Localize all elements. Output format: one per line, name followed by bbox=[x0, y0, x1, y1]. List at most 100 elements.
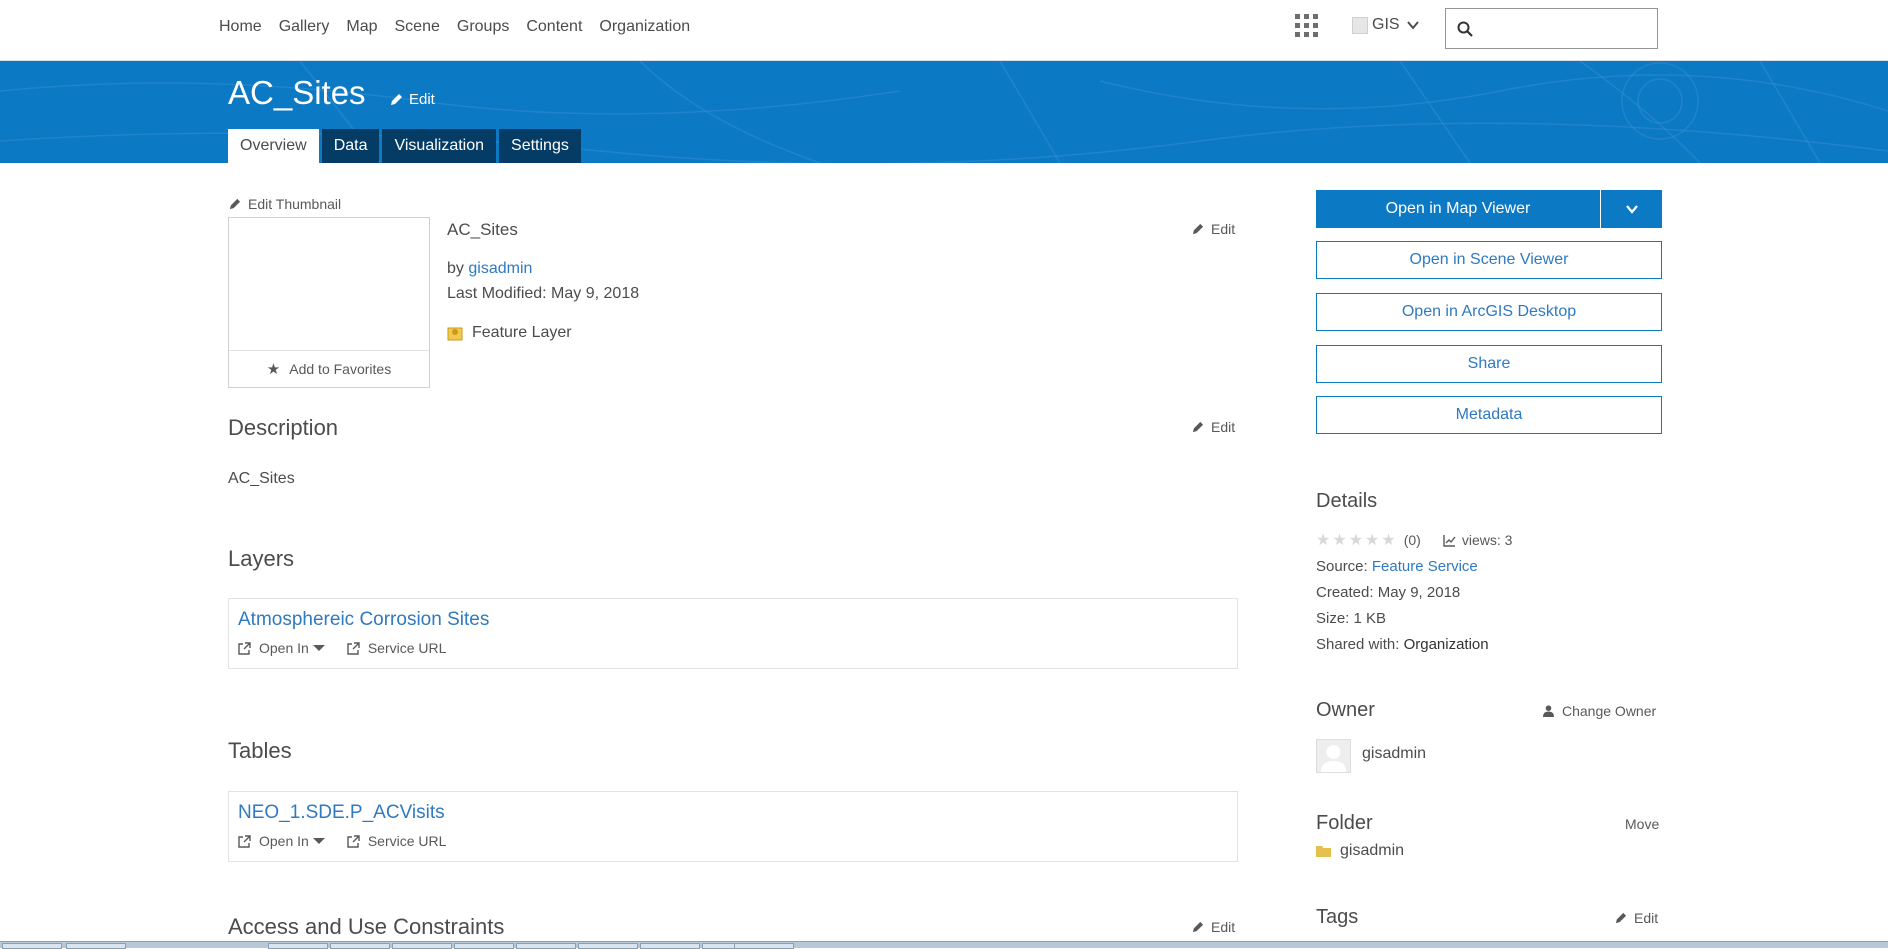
table-service-url-button[interactable]: Service URL bbox=[347, 833, 447, 849]
title-edit-label: Edit bbox=[409, 91, 435, 108]
pencil-icon bbox=[1615, 912, 1627, 924]
tab-settings[interactable]: Settings bbox=[499, 129, 581, 163]
nav-content[interactable]: Content bbox=[526, 18, 582, 36]
details-title: Details bbox=[1316, 490, 1378, 512]
open-in-map-viewer-group: Open in Map Viewer bbox=[1316, 190, 1662, 228]
layer-service-url-button[interactable]: Service URL bbox=[347, 640, 447, 656]
constraints-edit-label: Edit bbox=[1211, 919, 1236, 935]
open-in-arcgis-desktop-button[interactable]: Open in ArcGIS Desktop bbox=[1316, 293, 1662, 331]
tab-data[interactable]: Data bbox=[321, 129, 380, 163]
folder-title: Folder bbox=[1316, 812, 1373, 834]
pencil-icon bbox=[1192, 921, 1204, 933]
description-title: Description bbox=[228, 415, 339, 440]
rating-stars[interactable]: ★★★★★ bbox=[1316, 530, 1398, 550]
user-label: GIS bbox=[1372, 16, 1400, 33]
metadata-button[interactable]: Metadata bbox=[1316, 396, 1662, 434]
folder-name: gisadmin bbox=[1340, 842, 1405, 859]
tab-overview[interactable]: Overview bbox=[228, 129, 319, 163]
owner-link[interactable]: gisadmin bbox=[468, 260, 532, 277]
item-edit-button[interactable]: Edit bbox=[1192, 221, 1235, 237]
user-icon bbox=[1543, 705, 1554, 717]
item-edit-label: Edit bbox=[1211, 221, 1236, 237]
tab-visualization[interactable]: Visualization bbox=[382, 129, 497, 163]
table-card: NEO_1.SDE.P_ACVisits Open In Service URL bbox=[228, 791, 1238, 862]
layer-name-link[interactable]: Atmosphereic Corrosion Sites bbox=[238, 609, 489, 631]
share-button[interactable]: Share bbox=[1316, 345, 1662, 383]
shared-with-value: Organization bbox=[1403, 636, 1489, 653]
constraints-edit-button[interactable]: Edit bbox=[1192, 919, 1235, 935]
folder-row: gisadmin bbox=[1316, 842, 1404, 860]
star-icon: ★ bbox=[266, 361, 281, 378]
rating-row: ★★★★★ (0) views: 3 bbox=[1316, 530, 1512, 550]
item-tabs: Overview Data Visualization Settings bbox=[228, 129, 584, 163]
pencil-icon bbox=[1192, 223, 1204, 235]
chevron-down-icon bbox=[1625, 205, 1638, 214]
description-edit-button[interactable]: Edit bbox=[1192, 419, 1235, 435]
app-launcher-icon[interactable] bbox=[1295, 14, 1319, 38]
tags-title: Tags bbox=[1316, 906, 1359, 928]
caret-down-icon bbox=[312, 645, 325, 651]
constraints-title: Access and Use Constraints bbox=[228, 914, 505, 939]
table-name-link[interactable]: NEO_1.SDE.P_ACVisits bbox=[238, 802, 445, 824]
views-count: views: 3 bbox=[1443, 532, 1513, 548]
search-icon bbox=[1457, 21, 1473, 37]
nav-map[interactable]: Map bbox=[346, 18, 377, 36]
open-in-scene-viewer-button[interactable]: Open in Scene Viewer bbox=[1316, 241, 1662, 279]
owner-title: Owner bbox=[1316, 699, 1375, 721]
item-type-label: Feature Layer bbox=[472, 324, 572, 341]
pencil-icon bbox=[391, 94, 402, 105]
title-edit-button[interactable]: Edit bbox=[390, 91, 435, 108]
user-menu[interactable]: GIS bbox=[1352, 16, 1420, 34]
table-open-in-label: Open In bbox=[259, 833, 309, 849]
by-prefix: by bbox=[447, 260, 464, 277]
nav-organization[interactable]: Organization bbox=[599, 18, 690, 36]
edit-thumbnail-button[interactable]: Edit Thumbnail bbox=[229, 196, 341, 212]
nav-home[interactable]: Home bbox=[219, 18, 262, 36]
table-service-url-label: Service URL bbox=[367, 833, 447, 849]
change-owner-label: Change Owner bbox=[1562, 703, 1657, 719]
created-date: Created: May 9, 2018 bbox=[1316, 584, 1461, 601]
description-text: AC_Sites bbox=[228, 470, 295, 487]
tables-title: Tables bbox=[228, 738, 292, 763]
table-actions: Open In Service URL bbox=[238, 833, 468, 849]
nav-gallery[interactable]: Gallery bbox=[279, 18, 330, 36]
layers-title: Layers bbox=[228, 546, 295, 571]
table-open-in-button[interactable]: Open In bbox=[238, 833, 325, 849]
layer-actions: Open In Service URL bbox=[238, 640, 468, 656]
change-owner-button[interactable]: Change Owner bbox=[1543, 703, 1656, 719]
caret-down-icon bbox=[312, 838, 325, 844]
top-navigation: Home Gallery Map Scene Groups Content Or… bbox=[0, 0, 1888, 61]
page-title: AC_Sites bbox=[228, 74, 366, 111]
layer-open-in-button[interactable]: Open In bbox=[238, 640, 325, 656]
item-thumbnail: ★ Add to Favorites bbox=[228, 217, 430, 388]
layer-card: Atmosphereic Corrosion Sites Open In Ser… bbox=[228, 598, 1238, 669]
pencil-icon bbox=[1192, 421, 1204, 433]
nav-groups[interactable]: Groups bbox=[457, 18, 509, 36]
search-input[interactable] bbox=[1482, 17, 1650, 41]
external-link-icon bbox=[238, 641, 251, 655]
owner-name: gisadmin bbox=[1362, 745, 1427, 762]
external-link-icon bbox=[238, 834, 251, 848]
owner-avatar bbox=[1316, 739, 1351, 773]
user-avatar bbox=[1352, 16, 1368, 34]
tags-edit-button[interactable]: Edit bbox=[1615, 910, 1658, 926]
nav-scene[interactable]: Scene bbox=[395, 18, 440, 36]
map-viewer-dropdown-button[interactable] bbox=[1600, 190, 1662, 228]
add-to-favorites-label: Add to Favorites bbox=[289, 361, 392, 377]
feature-layer-icon bbox=[447, 327, 463, 341]
add-to-favorites-button[interactable]: ★ Add to Favorites bbox=[229, 350, 429, 387]
layer-service-url-label: Service URL bbox=[367, 640, 447, 656]
open-in-map-viewer-button[interactable]: Open in Map Viewer bbox=[1316, 190, 1600, 228]
rating-count: (0) bbox=[1403, 532, 1421, 548]
edit-thumbnail-label: Edit Thumbnail bbox=[248, 196, 342, 212]
source-link[interactable]: Feature Service bbox=[1372, 558, 1478, 575]
last-modified: Last Modified: May 9, 2018 bbox=[447, 285, 640, 302]
move-button[interactable]: Move bbox=[1625, 816, 1659, 832]
external-link-icon bbox=[347, 641, 360, 655]
layer-open-in-label: Open In bbox=[259, 640, 309, 656]
chevron-down-icon bbox=[1406, 21, 1419, 30]
shared-with-label: Shared with: bbox=[1316, 636, 1400, 653]
item-type: Feature Layer bbox=[447, 324, 572, 342]
views-label: views: 3 bbox=[1461, 532, 1513, 548]
source-label: Source: bbox=[1316, 558, 1368, 575]
